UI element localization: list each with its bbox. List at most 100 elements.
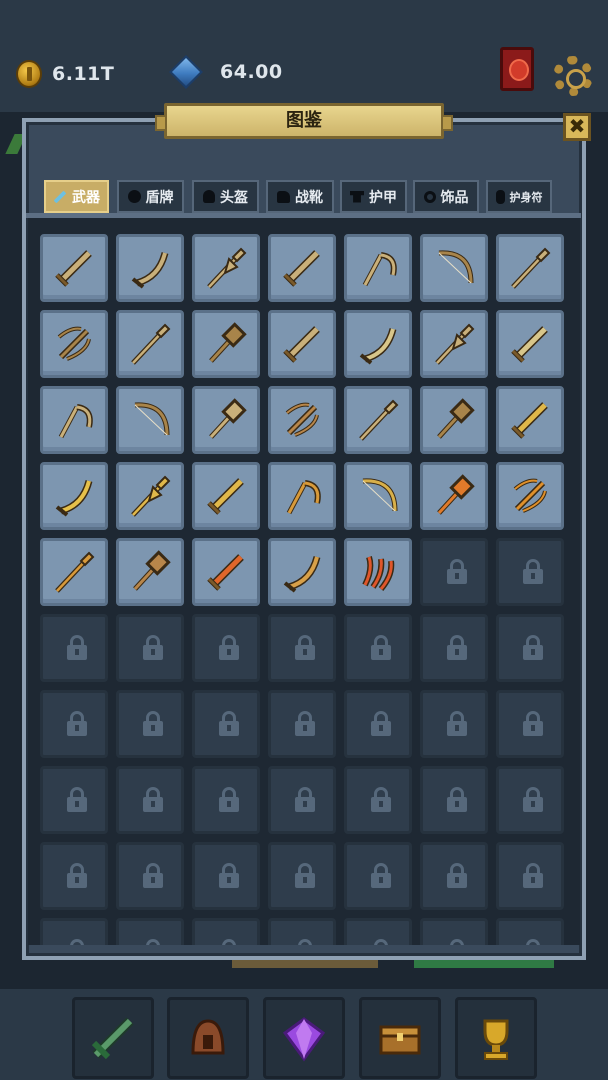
collection-item-war-hammer[interactable] bbox=[420, 386, 488, 454]
collection-item-recurve-bow[interactable] bbox=[116, 386, 184, 454]
lock-icon bbox=[143, 863, 163, 888]
lock-icon bbox=[295, 635, 315, 660]
collection-slot-locked bbox=[420, 918, 488, 945]
nav-button-chest[interactable] bbox=[359, 997, 441, 1079]
collection-item-mace[interactable] bbox=[192, 386, 260, 454]
nav-button-equipment[interactable] bbox=[167, 997, 249, 1079]
tab-boot[interactable]: 战靴 bbox=[266, 180, 334, 213]
spiked-hammer-icon bbox=[133, 550, 171, 591]
lock-icon bbox=[67, 711, 87, 736]
collection-item-hammer[interactable] bbox=[192, 310, 260, 378]
collection-grid-area[interactable] bbox=[28, 218, 580, 945]
spear-icon bbox=[511, 247, 551, 289]
crossbow-icon bbox=[57, 326, 91, 361]
tab-shield[interactable]: 盾牌 bbox=[117, 180, 184, 213]
collection-item-spiked-hammer[interactable] bbox=[116, 538, 184, 606]
collection-item-trident[interactable] bbox=[116, 310, 184, 378]
winged-spear-icon bbox=[435, 323, 475, 365]
collection-item-gold-sword[interactable] bbox=[496, 386, 564, 454]
collection-slot-locked bbox=[496, 614, 564, 682]
dagger-icon bbox=[55, 250, 92, 287]
collection-item-fire-mace[interactable] bbox=[420, 462, 488, 530]
collection-slot-locked bbox=[40, 842, 108, 910]
fire-mace-icon bbox=[437, 474, 475, 515]
helmet-icon bbox=[191, 1019, 225, 1055]
tab-armor[interactable]: 护甲 bbox=[340, 180, 407, 213]
collection-item-winged-spear[interactable] bbox=[420, 310, 488, 378]
flame-claws-icon bbox=[362, 556, 395, 591]
short-sword-icon bbox=[283, 326, 320, 363]
lock-icon bbox=[523, 787, 543, 812]
bottom-navigation bbox=[0, 986, 608, 1080]
collection-item-scythe[interactable] bbox=[344, 234, 412, 302]
gem-counter: 64.00 bbox=[169, 55, 283, 89]
armor-icon bbox=[350, 190, 364, 203]
lock-icon bbox=[295, 863, 315, 888]
tab-label: 护身符 bbox=[509, 190, 543, 204]
collection-item-dagger[interactable] bbox=[40, 234, 108, 302]
collection-item-sickle[interactable] bbox=[40, 386, 108, 454]
lock-icon bbox=[447, 635, 467, 660]
collection-item-gold-spear[interactable] bbox=[40, 538, 108, 606]
collection-slot-locked bbox=[496, 918, 564, 945]
tab-label: 战靴 bbox=[295, 189, 323, 206]
collection-item-bow[interactable] bbox=[420, 234, 488, 302]
lock-icon bbox=[67, 863, 87, 888]
gear-icon[interactable] bbox=[553, 56, 593, 96]
collection-item-flame-sword[interactable] bbox=[192, 538, 260, 606]
lock-icon bbox=[219, 863, 239, 888]
lock-icon bbox=[523, 559, 543, 584]
collection-item-halberd[interactable] bbox=[192, 234, 260, 302]
collection-slot-locked bbox=[40, 766, 108, 834]
collection-item-gold-broadsword[interactable] bbox=[192, 462, 260, 530]
collection-item-gold-halberd[interactable] bbox=[116, 462, 184, 530]
collection-item-gold-bow[interactable] bbox=[344, 462, 412, 530]
lock-icon bbox=[143, 787, 163, 812]
nav-button-weapon[interactable] bbox=[72, 997, 154, 1079]
collection-slot-locked bbox=[192, 842, 260, 910]
bow-icon bbox=[438, 250, 474, 284]
lock-icon bbox=[523, 635, 543, 660]
collection-item-broad-sword[interactable] bbox=[496, 310, 564, 378]
spellbook-icon[interactable] bbox=[500, 47, 534, 91]
collection-item-gold-scimitar[interactable] bbox=[40, 462, 108, 530]
collection-item-spear[interactable] bbox=[496, 234, 564, 302]
fire-crossbow-icon bbox=[513, 478, 547, 513]
collection-item-saber[interactable] bbox=[116, 234, 184, 302]
gold-scimitar-icon bbox=[55, 480, 93, 517]
gold-broadsword-icon bbox=[207, 478, 244, 515]
collection-slot-locked bbox=[420, 690, 488, 758]
heavy-crossbow-icon bbox=[285, 402, 319, 437]
tab-ring[interactable]: 饰品 bbox=[413, 180, 479, 213]
collection-item-scimitar[interactable] bbox=[344, 310, 412, 378]
halberd-icon bbox=[207, 247, 247, 289]
collection-item-flame-claws[interactable] bbox=[344, 538, 412, 606]
collection-slot-locked bbox=[268, 842, 336, 910]
collection-item-fire-crossbow[interactable] bbox=[496, 462, 564, 530]
nav-button-trophy[interactable] bbox=[455, 997, 537, 1079]
collection-item-gold-scythe[interactable] bbox=[268, 462, 336, 530]
collection-slot-locked bbox=[192, 766, 260, 834]
collection-item-pike[interactable] bbox=[344, 386, 412, 454]
lock-icon bbox=[295, 711, 315, 736]
gold-scythe-icon bbox=[286, 480, 321, 515]
collection-slot-locked bbox=[420, 614, 488, 682]
gold-bow-icon bbox=[362, 478, 398, 512]
tab-helmet[interactable]: 头盔 bbox=[192, 180, 259, 213]
collection-item-crossbow[interactable] bbox=[40, 310, 108, 378]
collection-item-hook-sword[interactable] bbox=[268, 234, 336, 302]
tab-sword[interactable]: 武器 bbox=[44, 180, 109, 213]
collection-slot-locked bbox=[420, 538, 488, 606]
collection-item-heavy-crossbow[interactable] bbox=[268, 386, 336, 454]
collection-item-curved-blade[interactable] bbox=[268, 538, 336, 606]
gold-spear-icon bbox=[55, 551, 95, 593]
lock-icon bbox=[371, 863, 391, 888]
trophy-icon bbox=[483, 1019, 509, 1060]
nav-button-gems[interactable] bbox=[263, 997, 345, 1079]
coin-amount: 6.11T bbox=[52, 63, 115, 85]
close-button[interactable]: ✖ bbox=[563, 113, 591, 141]
sword-icon bbox=[53, 190, 67, 203]
lock-icon bbox=[143, 635, 163, 660]
tab-amulet[interactable]: 护身符 bbox=[486, 180, 552, 213]
collection-item-short-sword[interactable] bbox=[268, 310, 336, 378]
